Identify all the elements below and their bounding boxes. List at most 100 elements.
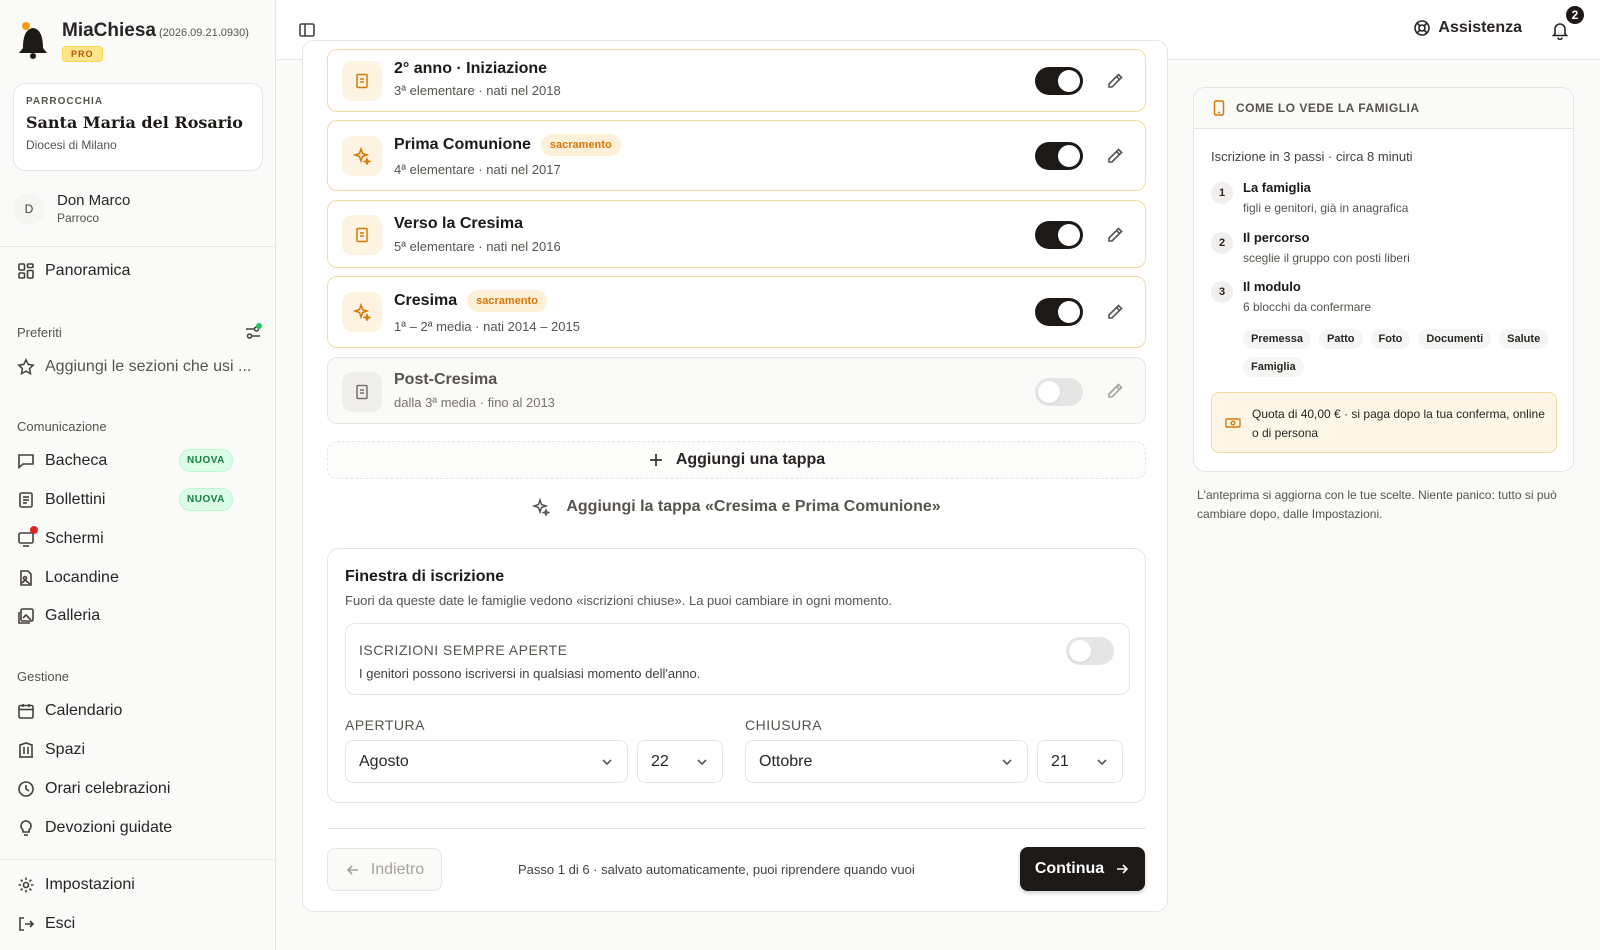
sidebar-item-devozioni[interactable]: Devozioni guidate: [17, 814, 262, 842]
arrow-right-icon: [1117, 864, 1129, 874]
sidebar-item-orari[interactable]: Orari celebrazioni: [17, 775, 262, 803]
stage-toggle[interactable]: [1035, 221, 1083, 249]
form-block-chips: Premessa Patto Foto Documenti Salute Fam…: [1243, 329, 1563, 377]
sidebar-divider: [0, 246, 276, 247]
brand[interactable]: MiaChiesa (2026.09.21.0930) PRO: [16, 20, 249, 62]
sidebar-item-schermi[interactable]: Schermi: [17, 525, 262, 553]
step-subtitle: sceglie il gruppo con posti liberi: [1243, 251, 1410, 265]
stage-toggle[interactable]: [1035, 142, 1083, 170]
help-label: Assistenza: [1438, 19, 1522, 36]
opening-month-select[interactable]: Agosto: [345, 740, 628, 783]
step-number: 3: [1211, 281, 1233, 303]
sidebar-item-label: Esci: [45, 915, 76, 932]
notification-count: 2: [1564, 4, 1586, 26]
new-badge: NUOVA: [179, 488, 233, 511]
stage-card[interactable]: Verso la Cresima 5ª elementare · nati ne…: [327, 200, 1146, 268]
avatar: D: [13, 192, 45, 225]
app-name: MiaChiesa: [62, 20, 156, 41]
pencil-icon[interactable]: [1105, 302, 1125, 322]
add-stage-label: Aggiungi una tappa: [675, 451, 826, 468]
sidebar-item-label: Calendario: [45, 702, 123, 719]
favorites-hint-label: Aggiungi le sezioni che usi ...: [45, 358, 252, 375]
preview-intro: Iscrizione in 3 passi · circa 8 minuti: [1211, 149, 1413, 164]
step-title: Il percorso: [1243, 230, 1310, 245]
stage-toggle[interactable]: [1035, 298, 1083, 326]
opening-day-select[interactable]: 22: [637, 740, 723, 783]
logout-icon: [19, 917, 35, 931]
step-subtitle: figli e genitori, già in anagrafica: [1243, 201, 1409, 215]
window-title: Finestra di iscrizione: [345, 568, 505, 585]
parish-name: Santa Maria del Rosario: [26, 113, 243, 132]
sacrament-badge: sacramento: [540, 134, 621, 156]
stage-toggle[interactable]: [1035, 378, 1083, 406]
help-button[interactable]: Assistenza: [1413, 19, 1522, 37]
sidebar-item-esci[interactable]: Esci: [17, 910, 262, 938]
building-icon: [19, 742, 33, 758]
sidebar: MiaChiesa (2026.09.21.0930) PRO PARROCCHI…: [0, 0, 276, 950]
gear-icon: [18, 877, 34, 893]
star-icon: [17, 358, 35, 375]
stage-card[interactable]: 2° anno · Iniziazione 3ª elementare · na…: [327, 49, 1146, 112]
bell-logo-icon: [19, 22, 47, 59]
stage-title: 2° anno · Iniziazione: [394, 60, 548, 77]
stage-card[interactable]: Prima Comunione sacramento 4ª elementare …: [327, 120, 1146, 191]
stage-toggle[interactable]: [1035, 67, 1083, 95]
pencil-icon[interactable]: [1105, 146, 1125, 166]
step-status: Passo 1 di 6 · salvato automaticamente, …: [518, 862, 915, 877]
favorites-hint[interactable]: Aggiungi le sezioni che usi ...: [17, 353, 262, 381]
preview-step: 2 Il percorso sceglie il gruppo con post…: [1211, 230, 1410, 265]
user-profile[interactable]: D Don Marco Parroco: [13, 192, 130, 225]
sidebar-item-impostazioni[interactable]: Impostazioni: [17, 871, 262, 899]
sidebar-item-overview[interactable]: Panoramica: [17, 257, 262, 285]
closing-month-select[interactable]: Ottobre: [745, 740, 1028, 783]
stage-card[interactable]: Post-Cresima dalla 3ª media · fino al 20…: [327, 357, 1146, 424]
stage-title: Prima Comunione sacramento: [394, 134, 621, 156]
sidebar-item-bacheca[interactable]: Bacheca NUOVA: [17, 447, 262, 475]
clock-icon: [18, 781, 34, 797]
lightbulb-icon: [20, 820, 32, 836]
continue-label: Continua: [1034, 860, 1105, 877]
pencil-icon[interactable]: [1105, 71, 1125, 91]
add-combo-stage-button[interactable]: Aggiungi la tappa «Cresima e Prima Comun…: [327, 489, 1146, 525]
always-open-toggle[interactable]: [1066, 637, 1114, 665]
calendar-icon: [18, 704, 34, 719]
sidebar-item-spazi[interactable]: Spazi: [17, 736, 262, 764]
sidebar-toggle-icon[interactable]: [298, 21, 316, 39]
book-icon: [342, 61, 382, 101]
stage-title: Verso la Cresima: [394, 215, 523, 232]
sidebar-item-label: Locandine: [45, 569, 119, 586]
customize-favorites-icon[interactable]: [244, 323, 262, 341]
family-preview-panel: COME LO VEDE LA FAMIGLIA Iscrizione in 3…: [1193, 87, 1574, 472]
sidebar-item-calendario[interactable]: Calendario: [17, 697, 262, 725]
newspaper-icon: [19, 492, 33, 508]
chip: Famiglia: [1243, 357, 1304, 377]
pencil-icon[interactable]: [1105, 381, 1125, 401]
stage-subtitle: 4ª elementare · nati nel 2017: [394, 162, 561, 177]
stage-subtitle: 5ª elementare · nati nel 2016: [394, 239, 561, 254]
pro-badge: PRO: [62, 46, 103, 62]
arrow-left-icon: [346, 864, 358, 875]
sidebar-item-locandine[interactable]: Locandine: [17, 564, 262, 592]
plus-icon: [649, 454, 662, 466]
preview-step: 3 Il modulo 6 blocchi da confermare: [1211, 279, 1371, 314]
always-open-option[interactable]: ISCRIZIONI SEMPRE APERTE I genitori poss…: [345, 623, 1130, 695]
preview-header-label: COME LO VEDE LA FAMIGLIA: [1236, 101, 1420, 115]
smartphone-icon: [1213, 100, 1225, 116]
pencil-icon[interactable]: [1105, 225, 1125, 245]
step-number: 2: [1211, 232, 1233, 254]
add-stage-button[interactable]: Aggiungi una tappa: [327, 441, 1146, 479]
chevron-down-icon: [1002, 758, 1012, 765]
stage-card[interactable]: Cresima sacramento 1ª – 2ª media · nati 2…: [327, 276, 1146, 348]
fee-text: Quota di 40,00 € · si paga dopo la tua c…: [1252, 407, 1545, 440]
stage-title: Post-Cresima: [394, 371, 498, 388]
back-button[interactable]: Indietro: [327, 848, 442, 891]
parish-card[interactable]: PARROCCHIA Santa Maria del Rosario Dioce…: [13, 83, 263, 171]
sidebar-item-galleria[interactable]: Galleria: [17, 602, 262, 630]
continue-button[interactable]: Continua: [1020, 847, 1145, 891]
main-card: 2° anno · Iniziazione 3ª elementare · na…: [302, 40, 1168, 912]
closing-day-select[interactable]: 21: [1037, 740, 1123, 783]
sidebar-item-bollettini[interactable]: Bollettini NUOVA: [17, 486, 262, 514]
preview-note: L'anteprima si aggiorna con le tue scelt…: [1197, 488, 1557, 521]
chevron-down-icon: [697, 758, 707, 765]
stage-subtitle: dalla 3ª media · fino al 2013: [394, 395, 555, 410]
